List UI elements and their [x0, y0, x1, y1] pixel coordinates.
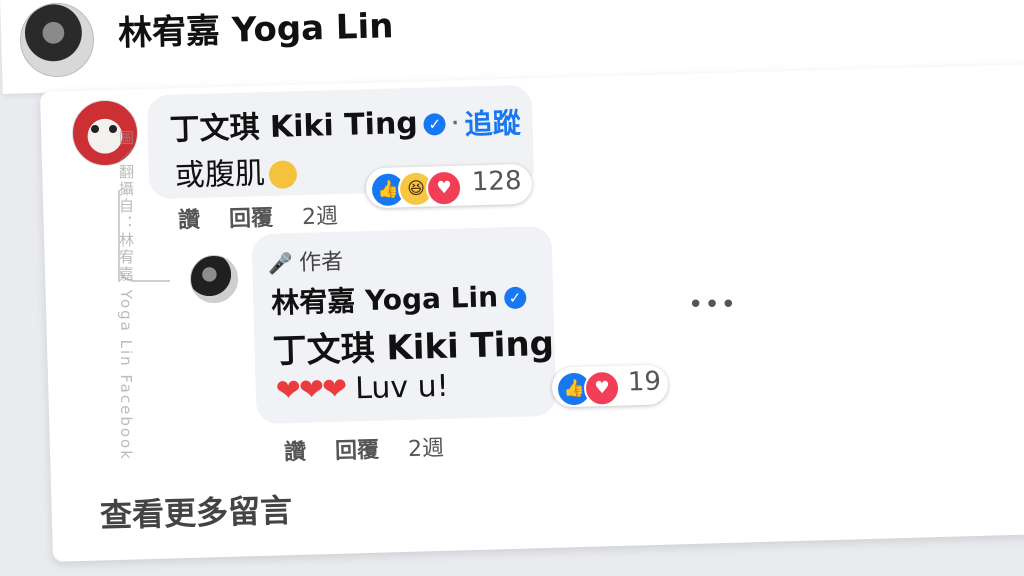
verified-check-icon: ✓	[423, 112, 447, 136]
screen: 林宥嘉 Yoga Lin 丁文琪 Kiki Ting ✓ · 追蹤 或腹肌 👍 😆 ♥…	[0, 0, 1024, 576]
mention-tag[interactable]: 丁文琪 Kiki Ting	[272, 316, 555, 373]
reaction-count: 19	[627, 366, 662, 398]
source-watermark: 圖／翻攝自：林宥嘉 Yoga Lin Facebook	[117, 130, 135, 461]
comment-text: 或腹肌	[174, 156, 266, 194]
reply-action-button[interactable]: 回覆	[229, 206, 274, 232]
hearts-emoji: ❤❤❤	[275, 371, 346, 409]
reply-text: Luv u!	[354, 368, 450, 407]
reply-bubble: 🎤 作者 林宥嘉 Yoga Lin ✓ 丁文琪 Kiki Ting ❤❤❤ Luv u…	[251, 225, 557, 425]
comment-reactions[interactable]: 👍 😆 ♥ 128	[365, 163, 533, 209]
reply-text-row: ❤❤❤ Luv u!	[275, 369, 449, 409]
more-options-icon[interactable]: •••	[688, 290, 737, 320]
face-with-hand-over-mouth-emoji	[268, 159, 298, 189]
reply-timestamp[interactable]: 2週	[408, 436, 445, 462]
follow-button[interactable]: 追蹤	[464, 106, 521, 141]
separator-dot: ·	[451, 112, 459, 134]
reply-reactions[interactable]: 👍 ♥ 19	[551, 364, 669, 408]
comment-timestamp[interactable]: 2週	[302, 204, 339, 230]
see-more-comments-link[interactable]: 查看更多留言	[99, 485, 293, 536]
post-author-avatar[interactable]	[20, 3, 94, 77]
love-reaction-icon: ♥	[425, 169, 463, 207]
like-action-button[interactable]: 讚	[178, 208, 201, 234]
commenter-name[interactable]: 丁文琪 Kiki Ting	[169, 106, 418, 148]
commenter-name-row: 丁文琪 Kiki Ting ✓ · 追蹤	[169, 95, 521, 151]
like-action-button[interactable]: 讚	[284, 440, 307, 466]
comment-actions: 讚 回覆 2週	[178, 197, 361, 234]
author-badge: 🎤 作者	[268, 244, 344, 278]
author-badge-label: 作者	[298, 249, 344, 276]
microphone-icon: 🎤	[267, 251, 294, 276]
avatar-eye-left	[91, 125, 99, 133]
verified-check-icon: ✓	[503, 286, 527, 310]
love-reaction-icon: ♥	[583, 369, 621, 407]
reply-action-button[interactable]: 回覆	[335, 438, 380, 464]
comment-text-row: 或腹肌	[174, 147, 298, 194]
reply-actions: 讚 回覆 2週	[284, 429, 467, 466]
reply-name-row: 林宥嘉 Yoga Lin ✓	[271, 275, 527, 322]
reaction-count: 128	[471, 165, 522, 198]
post-author-name[interactable]: 林宥嘉 Yoga Lin	[117, 0, 394, 55]
reply-author-avatar[interactable]	[190, 255, 238, 303]
reply-author-name[interactable]: 林宥嘉 Yoga Lin	[271, 280, 499, 319]
